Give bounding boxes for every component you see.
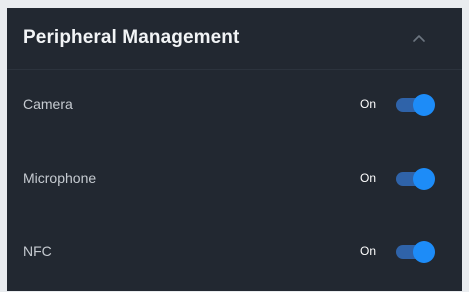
panel-title: Peripheral Management [23,27,240,48]
setting-label: Camera [23,96,73,112]
microphone-toggle[interactable] [396,168,436,190]
collapse-button[interactable] [407,29,431,47]
setting-row-camera: Camera On [7,85,462,125]
setting-row-nfc: NFC On [7,232,462,272]
setting-state-text: On [360,171,377,185]
setting-label: NFC [23,243,52,259]
panel-header: Peripheral Management [7,8,462,70]
setting-label: Microphone [23,170,97,186]
nfc-toggle[interactable] [396,241,436,263]
chevron-up-icon [413,34,425,42]
toggle-knob [413,94,435,116]
toggle-knob [413,168,435,190]
peripheral-management-panel: Peripheral Management Camera On Micropho… [7,8,462,291]
toggle-knob [413,241,435,263]
setting-state-text: On [360,244,377,258]
setting-state-text: On [360,97,377,111]
camera-toggle[interactable] [396,94,436,116]
setting-row-microphone: Microphone On [7,159,462,199]
